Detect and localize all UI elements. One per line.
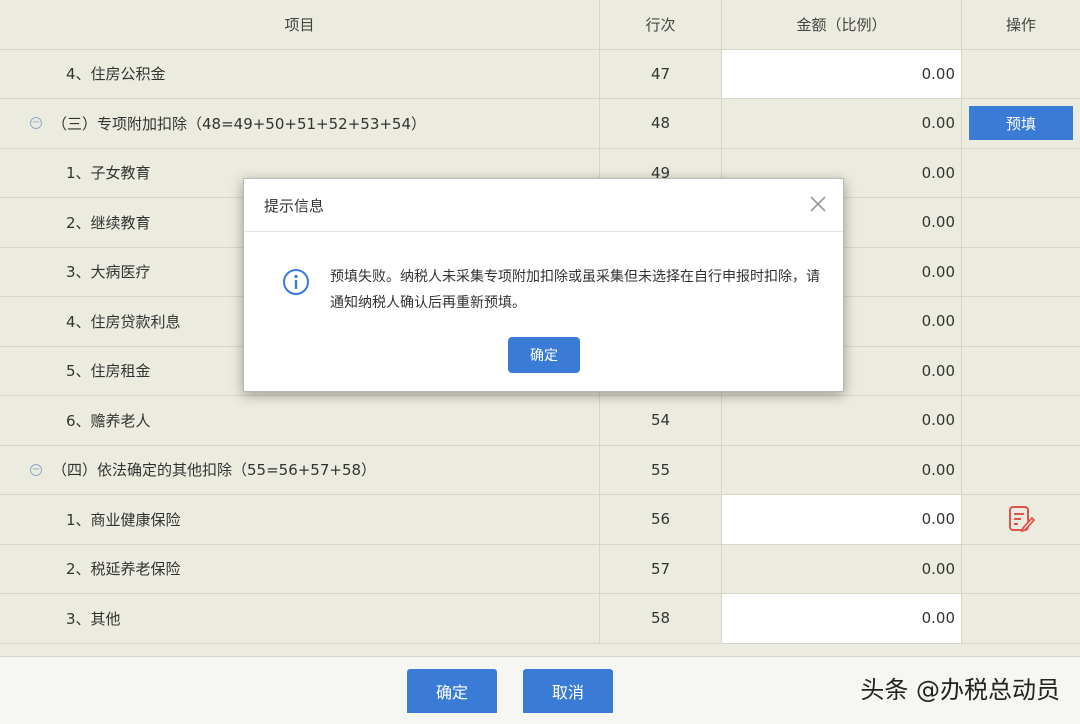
row-item-label: （四）依法确定的其他扣除（55=56+57+58）	[52, 461, 377, 480]
amount-input[interactable]: 0.00	[722, 594, 962, 643]
edit-note-icon[interactable]	[1006, 504, 1036, 534]
table-row: 4、住房公积金 47 0.00	[0, 49, 1080, 99]
row-op	[962, 248, 1080, 297]
row-op	[962, 297, 1080, 346]
row-item: 3、其他	[0, 594, 600, 643]
row-item: 4、住房公积金	[0, 49, 600, 98]
table-row: 6、赡养老人 54 0.00	[0, 396, 1080, 446]
table-row: 2、税延养老保险 57 0.00	[0, 544, 1080, 594]
cancel-button[interactable]: 取消	[523, 669, 613, 713]
row-line: 54	[600, 396, 722, 445]
watermark: 头条 @办税总动员	[860, 676, 1060, 704]
confirm-button[interactable]: 确定	[407, 669, 497, 713]
row-amount: 0.00	[722, 445, 962, 494]
minus-circle-icon[interactable]: −	[30, 463, 42, 476]
row-op	[962, 396, 1080, 445]
table-row: 3、其他 58 0.00	[0, 594, 1080, 644]
dialog-message: 预填失败。纳税人未采集专项附加扣除或虽采集但未选择在自行申报时扣除，请通知纳税人…	[330, 269, 820, 311]
dialog-title: 提示信息	[264, 196, 325, 215]
prefill-button[interactable]: 预填	[969, 106, 1073, 141]
row-item: − （三）专项附加扣除（48=49+50+51+52+53+54）	[0, 99, 600, 148]
minus-circle-icon[interactable]: −	[30, 117, 42, 130]
row-line: 48	[600, 99, 722, 148]
table-row: − （三）专项附加扣除（48=49+50+51+52+53+54） 48 0.0…	[0, 99, 1080, 149]
row-item: − （四）依法确定的其他扣除（55=56+57+58）	[0, 445, 600, 494]
row-op	[962, 347, 1080, 396]
header-amount: 金额（比例）	[722, 0, 962, 49]
dialog-ok-button[interactable]: 确定	[508, 337, 580, 373]
row-op	[962, 545, 1080, 594]
row-item-label: （三）专项附加扣除（48=49+50+51+52+53+54）	[52, 114, 427, 133]
table-row: 1、商业健康保险 56 0.00	[0, 495, 1080, 545]
dialog-body: 预填失败。纳税人未采集专项附加扣除或虽采集但未选择在自行申报时扣除，请通知纳税人…	[244, 232, 843, 316]
amount-input[interactable]: 0.00	[722, 49, 962, 98]
row-op	[962, 446, 1080, 495]
row-amount: 0.00	[722, 544, 962, 593]
header-line: 行次	[600, 0, 722, 49]
table-header: 项目 行次 金额（比例） 操作	[0, 0, 1080, 50]
row-item: 2、税延养老保险	[0, 544, 600, 593]
close-icon[interactable]	[807, 193, 829, 215]
row-op	[962, 198, 1080, 247]
row-item: 6、赡养老人	[0, 396, 600, 445]
prefill-failed-dialog: 提示信息 预填失败。纳税人未采集专项附加扣除或虽采集但未选择在自行申报时扣除，请…	[243, 178, 844, 392]
row-op	[962, 50, 1080, 99]
row-op	[962, 594, 1080, 643]
row-amount: 0.00	[722, 396, 962, 445]
row-item: 1、商业健康保险	[0, 495, 600, 544]
row-line: 55	[600, 445, 722, 494]
row-line: 57	[600, 544, 722, 593]
row-amount: 0.00	[722, 99, 962, 148]
header-item: 项目	[0, 0, 600, 49]
dialog-header: 提示信息	[244, 179, 843, 232]
row-line: 58	[600, 594, 722, 643]
row-op: 预填	[962, 99, 1080, 148]
table-row: − （四）依法确定的其他扣除（55=56+57+58） 55 0.00	[0, 445, 1080, 495]
row-op	[962, 495, 1080, 544]
row-line: 47	[600, 49, 722, 98]
row-op	[962, 149, 1080, 198]
row-line: 56	[600, 495, 722, 544]
info-icon	[283, 269, 309, 295]
amount-input[interactable]: 0.00	[722, 495, 962, 544]
header-op: 操作	[1005, 15, 1036, 34]
